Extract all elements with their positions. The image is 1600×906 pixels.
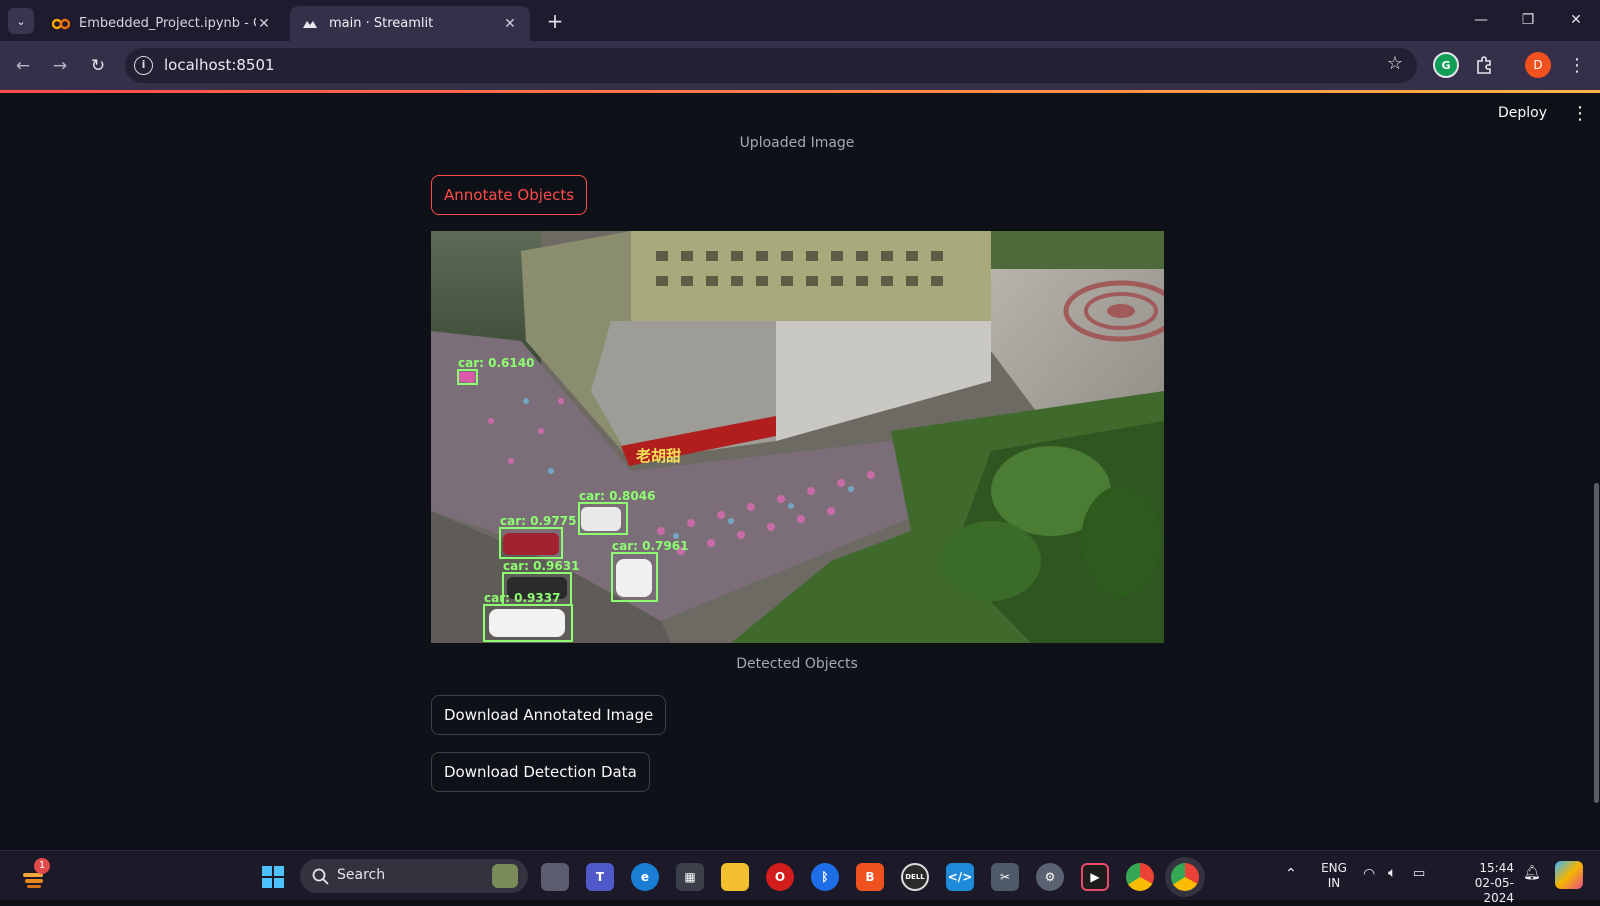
- annotate-objects-button[interactable]: Annotate Objects: [431, 175, 588, 215]
- url-text[interactable]: localhost:8501: [164, 56, 275, 74]
- clock[interactable]: 15:44 02-05-2024: [1446, 861, 1514, 906]
- close-tab-icon[interactable]: ✕: [256, 16, 272, 32]
- profile-avatar[interactable]: D: [1525, 52, 1551, 78]
- search-icon: [312, 868, 329, 885]
- grammarly-extension-icon[interactable]: G: [1433, 52, 1459, 78]
- detected-objects-caption: Detected Objects: [736, 656, 858, 672]
- media-app-icon[interactable]: ▶: [1081, 863, 1109, 891]
- brave-icon[interactable]: B: [856, 863, 884, 891]
- detection-label: car: 0.9337: [484, 591, 560, 605]
- tab-search-button[interactable]: ⌄: [8, 8, 34, 34]
- language-indicator[interactable]: ENG IN: [1316, 861, 1352, 891]
- address-bar[interactable]: i localhost:8501 ☆: [125, 48, 1417, 83]
- reload-icon[interactable]: ↻: [85, 53, 111, 79]
- detection-label: car: 0.6140: [458, 356, 534, 370]
- restore-icon[interactable]: ❐: [1513, 8, 1543, 32]
- language-code: ENG: [1321, 861, 1347, 875]
- settings-gear-icon[interactable]: ⚙: [1036, 863, 1064, 891]
- region-code: IN: [1327, 876, 1341, 890]
- profile-initial: D: [1533, 58, 1543, 72]
- battery-icon[interactable]: ▭: [1413, 866, 1425, 881]
- tab-streamlit[interactable]: main · Streamlit ✕: [290, 6, 530, 41]
- notifications-bell-icon[interactable]: 🔔︎: [1523, 866, 1541, 881]
- taskbar-search-box[interactable]: Search: [300, 859, 528, 893]
- uploaded-image-caption: Uploaded Image: [739, 135, 855, 151]
- page-scrollbar[interactable]: [1594, 483, 1599, 803]
- snipping-tool-icon[interactable]: ✂: [991, 863, 1019, 891]
- clock-time: 15:44: [1479, 861, 1514, 875]
- close-tab-icon[interactable]: ✕: [502, 16, 518, 32]
- edge-icon[interactable]: e: [631, 863, 659, 891]
- opera-icon[interactable]: O: [766, 863, 794, 891]
- tab-title: main · Streamlit: [329, 16, 434, 31]
- file-explorer-icon[interactable]: [721, 863, 749, 891]
- detected-objects-image: 老胡甜 car: 0.6140 car: 0.8046 car: 0.9775 …: [431, 231, 1164, 643]
- windows-start-icon[interactable]: [259, 863, 287, 891]
- forward-icon[interactable]: →: [47, 53, 73, 79]
- chrome-active-icon[interactable]: [1171, 863, 1199, 891]
- volume-icon[interactable]: 🔈︎: [1388, 866, 1396, 881]
- dell-icon[interactable]: DELL: [901, 863, 929, 891]
- teams-icon[interactable]: T: [586, 863, 614, 891]
- detection-label: car: 0.9775: [500, 514, 576, 528]
- tab-colab-notebook[interactable]: Embedded_Project.ipynb - Cola ✕: [40, 6, 284, 41]
- site-info-icon[interactable]: i: [134, 56, 153, 75]
- calculator-icon[interactable]: ▦: [676, 863, 704, 891]
- show-hidden-icons-icon[interactable]: ⌃: [1285, 867, 1297, 882]
- notification-badge: 1: [34, 858, 50, 874]
- deploy-button[interactable]: Deploy: [1498, 105, 1547, 121]
- colab-icon: [52, 17, 70, 31]
- download-annotated-image-button[interactable]: Download Annotated Image: [431, 695, 667, 735]
- close-window-icon[interactable]: ✕: [1561, 8, 1591, 32]
- streamlit-icon: [302, 17, 320, 31]
- bluetooth-icon[interactable]: ᛒ: [811, 863, 839, 891]
- browser-menu-icon[interactable]: ⋮: [1564, 52, 1590, 78]
- windows-taskbar: 1 Search T e ▦ O ᛒ B DELL </> ✂ ⚙ ▶ ⌃ EN…: [0, 850, 1600, 905]
- browser-toolbar: ← → ↻ i localhost:8501 ☆: [0, 41, 1600, 90]
- bookmark-star-icon[interactable]: ☆: [1387, 53, 1403, 74]
- wifi-icon[interactable]: ◠: [1363, 867, 1375, 882]
- vscode-icon[interactable]: </>: [946, 863, 974, 891]
- search-highlight-icon: [492, 864, 518, 888]
- new-tab-icon[interactable]: +: [544, 10, 566, 32]
- search-placeholder: Search: [337, 867, 386, 883]
- detection-label: car: 0.8046: [579, 489, 655, 503]
- download-detection-data-button[interactable]: Download Detection Data: [431, 752, 650, 792]
- minimize-icon[interactable]: —: [1466, 8, 1496, 32]
- shop-sign-text: 老胡甜: [635, 447, 681, 465]
- detection-label: car: 0.7961: [612, 539, 688, 553]
- streamlit-app: Deploy ⋮ Uploaded Image Annotate Objects: [0, 93, 1600, 850]
- copilot-icon[interactable]: [1555, 861, 1583, 889]
- task-view-icon[interactable]: [541, 863, 569, 891]
- chrome-profile-icon[interactable]: [1126, 863, 1154, 891]
- clock-date: 02-05-2024: [1474, 876, 1514, 905]
- extensions-puzzle-icon[interactable]: [1471, 52, 1497, 78]
- main-menu-icon[interactable]: ⋮: [1571, 103, 1589, 124]
- detection-label: car: 0.9631: [503, 559, 579, 573]
- browser-tab-bar: ⌄ Embedded_Project.ipynb - Cola ✕ main ·…: [0, 0, 1600, 41]
- back-icon[interactable]: ←: [10, 53, 36, 79]
- tab-title: Embedded_Project.ipynb - Cola: [79, 16, 256, 31]
